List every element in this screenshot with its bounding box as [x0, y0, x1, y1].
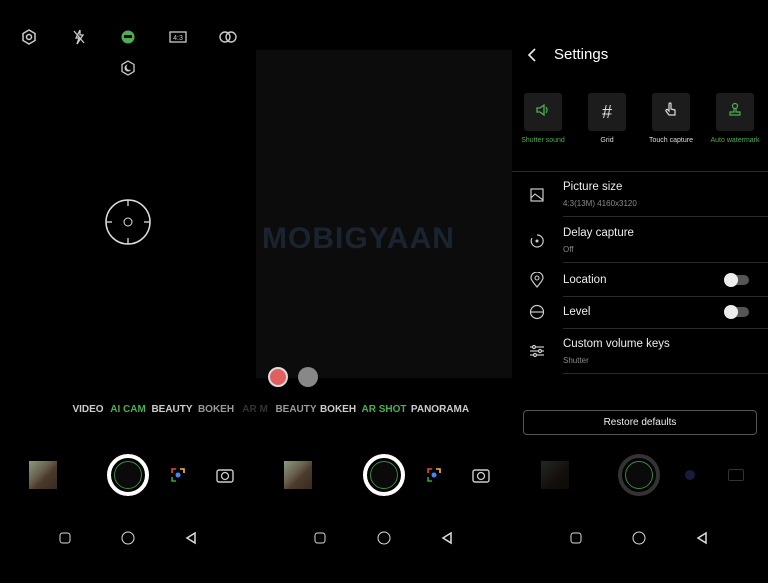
sticker-cat-icon[interactable] [298, 367, 318, 387]
gallery-thumbnail-2[interactable] [284, 461, 312, 489]
gallery-thumbnail-3 [541, 461, 569, 489]
level-toggle[interactable] [724, 305, 749, 319]
back-button-2[interactable] [441, 531, 453, 545]
setting-delay-capture[interactable] [512, 222, 768, 262]
home-button-2[interactable] [377, 531, 391, 545]
divider [563, 262, 768, 263]
grid-tile[interactable]: # [588, 93, 626, 131]
row-title: Custom volume keys [563, 338, 670, 350]
divider [563, 373, 768, 374]
divider [563, 328, 768, 329]
sliders-icon [529, 344, 545, 358]
home-button[interactable] [121, 531, 135, 545]
settings-icon[interactable] [21, 29, 37, 45]
tile-label: Touch capture [649, 137, 693, 144]
gallery-thumbnail[interactable] [29, 461, 57, 489]
focus-ring-icon [103, 197, 153, 247]
divider [563, 216, 768, 217]
auto-watermark-tile[interactable] [716, 93, 754, 131]
mode-beauty[interactable]: BEAUTY [151, 404, 192, 415]
setting-picture-size[interactable] [512, 176, 768, 218]
recents-button-3[interactable] [570, 532, 582, 544]
mode-panorama[interactable]: PANORAMA [411, 404, 469, 415]
mode-video[interactable]: VIDEO [72, 404, 103, 415]
recents-button-2[interactable] [314, 532, 326, 544]
mode-bokeh[interactable]: BOKEH [198, 404, 234, 415]
back-icon[interactable] [527, 47, 537, 63]
watermark-logo: MOBIGYAAN [262, 222, 455, 255]
mode-bokeh-2[interactable]: BOKEH [320, 404, 356, 415]
row-title: Delay capture [563, 227, 634, 239]
svg-text:4:3: 4:3 [173, 35, 183, 42]
row-sub: Shutter [563, 356, 589, 365]
shutter-button[interactable] [107, 454, 149, 496]
restore-defaults-button[interactable]: Restore defaults [523, 410, 757, 435]
stamp-icon [728, 102, 742, 123]
back-button[interactable] [185, 531, 197, 545]
tile-label: Shutter sound [521, 137, 565, 144]
sticker-hearts-icon[interactable] [268, 367, 288, 387]
google-lens-icon-3 [685, 470, 695, 480]
grid-icon: # [601, 101, 612, 122]
speaker-icon [535, 103, 551, 122]
mode-beauty-2[interactable]: BEAUTY [275, 404, 316, 415]
row-title: Location [563, 274, 607, 286]
preview-area [256, 50, 512, 378]
ai-scene-icon[interactable] [120, 29, 136, 45]
divider [512, 171, 768, 172]
night-mode-icon[interactable] [120, 60, 136, 76]
switch-camera-icon-2[interactable] [472, 467, 490, 483]
home-button-3[interactable] [632, 531, 646, 545]
mode-ar-partial[interactable]: AR M [242, 404, 268, 415]
switch-camera-icon-3 [728, 469, 744, 481]
location-icon [530, 272, 544, 288]
google-lens-icon-2[interactable] [426, 467, 442, 483]
settings-title: Settings [554, 46, 609, 63]
mode-ai-cam[interactable]: AI CAM [110, 404, 146, 415]
location-toggle[interactable] [724, 273, 749, 287]
tile-label: Grid [600, 137, 614, 144]
touch-icon [664, 101, 678, 123]
shutter-button-3 [618, 454, 660, 496]
row-sub: Off [563, 245, 574, 254]
row-title: Level [563, 306, 591, 318]
shutter-sound-tile[interactable] [524, 93, 562, 131]
row-title: Picture size [563, 181, 623, 193]
mode-ar-shot[interactable]: AR SHOT [362, 404, 407, 415]
image-icon [530, 188, 544, 202]
divider [563, 296, 768, 297]
filter-icon[interactable] [219, 31, 237, 43]
tile-label: Auto watermark [710, 137, 760, 144]
level-icon [529, 304, 545, 320]
row-sub: 4:3(13M) 4160x3120 [563, 199, 637, 208]
shutter-button-2[interactable] [363, 454, 405, 496]
recents-button[interactable] [59, 532, 71, 544]
google-lens-icon[interactable] [170, 467, 186, 483]
timer-icon [529, 233, 545, 249]
switch-camera-icon[interactable] [216, 467, 234, 483]
aspect-ratio-icon[interactable]: 4:3 [169, 31, 187, 43]
touch-capture-tile[interactable] [652, 93, 690, 131]
flash-off-icon[interactable] [72, 29, 86, 45]
back-button-3[interactable] [696, 531, 708, 545]
